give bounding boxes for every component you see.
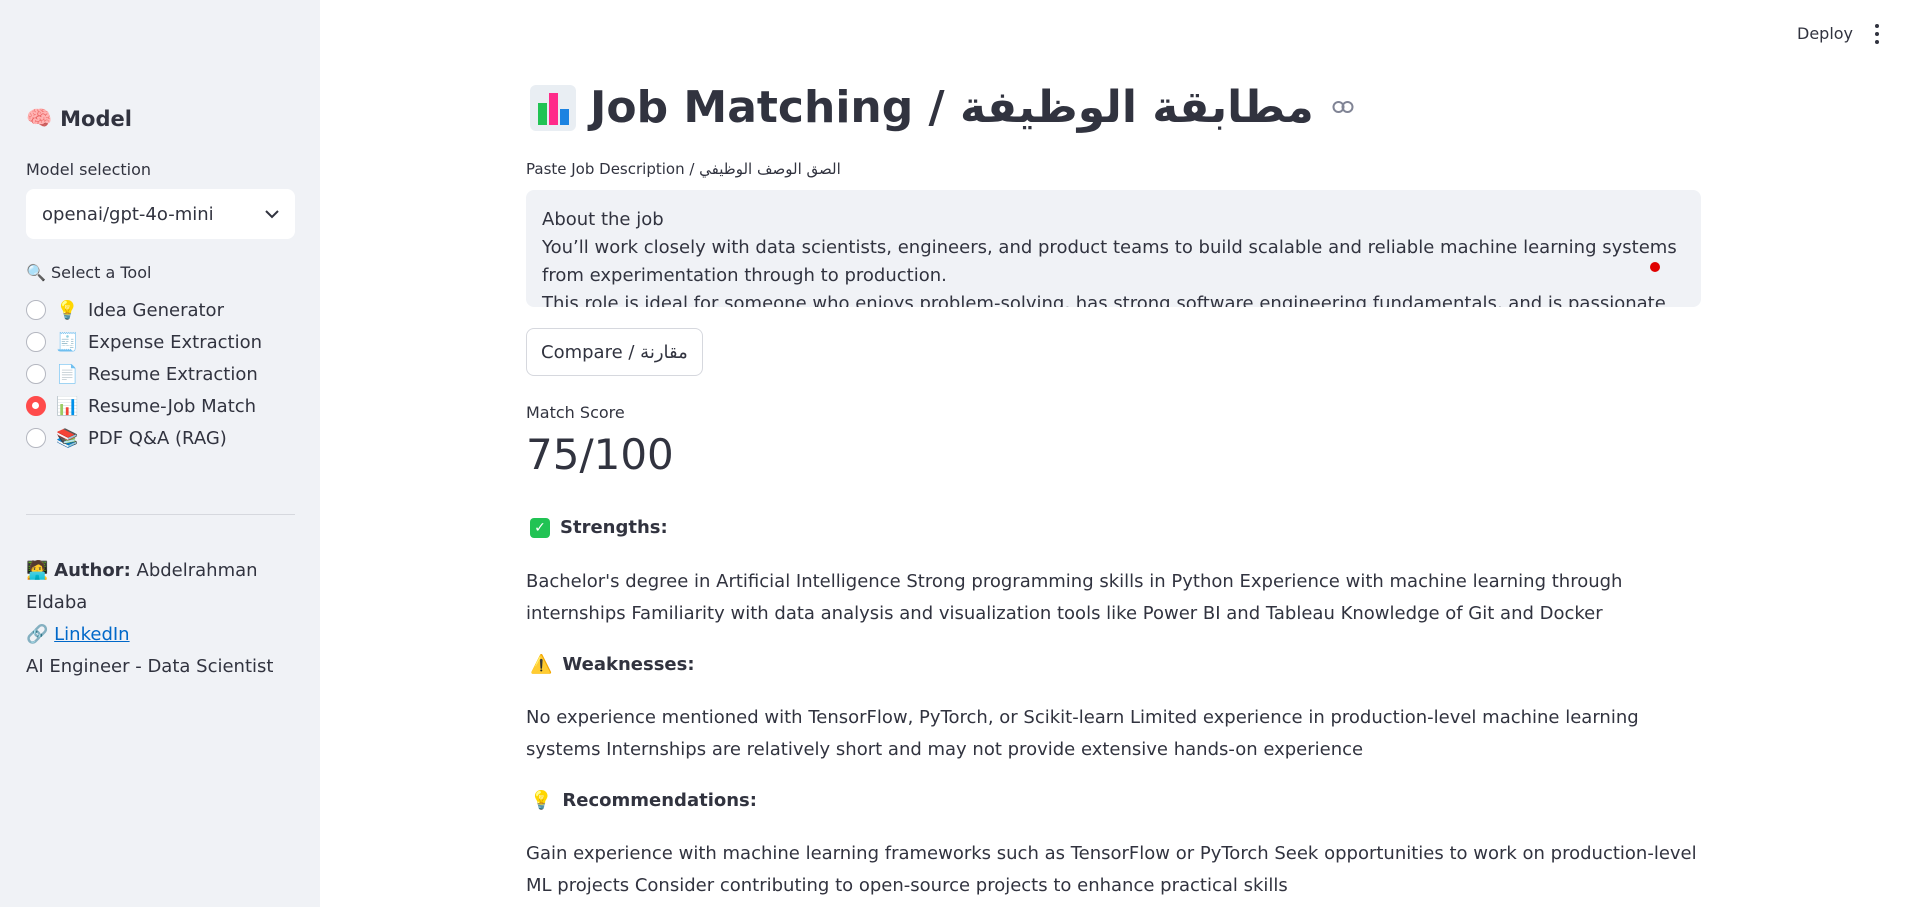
radio-expense-extraction[interactable]: 🧾 Expense Extraction xyxy=(26,326,262,358)
author-info: 🧑‍💻 Author: Abdelrahman Eldaba 🔗 LinkedI… xyxy=(26,555,286,683)
job-description-text: About the job You’ll work closely with d… xyxy=(542,209,1677,307)
anchor-link-icon[interactable] xyxy=(1332,95,1354,120)
sidebar-header-label: Model xyxy=(60,106,132,131)
job-description-label: Paste Job Description / الصق الوصف الوظي… xyxy=(526,160,841,178)
author-role: AI Engineer - Data Scientist xyxy=(26,656,274,677)
check-mark-icon: ✓ xyxy=(530,517,550,538)
radio-label: Expense Extraction xyxy=(88,331,262,353)
match-score-label: Match Score xyxy=(526,403,625,422)
model-select[interactable]: openai/gpt-4o-mini xyxy=(26,189,295,239)
job-description-textarea[interactable]: About the job You’ll work closely with d… xyxy=(526,190,1701,307)
page-title-text: Job Matching / مطابقة الوظيفة xyxy=(590,82,1314,133)
tool-select-label: 🔍 Select a Tool xyxy=(26,263,152,282)
author-line: 🧑‍💻 Author: Abdelrahman Eldaba xyxy=(26,555,286,619)
receipt-icon: 🧾 xyxy=(56,331,79,353)
linkedin-line: 🔗 LinkedIn xyxy=(26,619,286,651)
linkedin-link[interactable]: LinkedIn xyxy=(54,624,129,645)
technologist-icon: 🧑‍💻 xyxy=(26,560,49,581)
books-icon: 📚 xyxy=(56,427,79,449)
warning-icon: ⚠️ xyxy=(530,654,553,675)
weaknesses-body: No experience mentioned with TensorFlow,… xyxy=(526,707,1639,760)
recommendations-heading: 💡 Recommendations: xyxy=(530,790,757,811)
tool-radio-group: 💡 Idea Generator 🧾 Expense Extraction 📄 … xyxy=(26,294,262,454)
recording-indicator xyxy=(1650,262,1660,272)
match-score-value: 75/100 xyxy=(526,430,674,479)
bar-chart-icon xyxy=(530,84,576,131)
deploy-button[interactable]: Deploy xyxy=(1797,24,1853,43)
model-select-value: openai/gpt-4o-mini xyxy=(42,203,214,225)
radio-button-selected[interactable] xyxy=(26,396,46,416)
author-label: Author: xyxy=(54,560,131,581)
recommendations-title: Recommendations: xyxy=(562,790,757,811)
radio-label: Resume Extraction xyxy=(88,363,258,385)
radio-button[interactable] xyxy=(26,364,46,384)
lightbulb-icon: 💡 xyxy=(530,790,553,811)
model-selection-label: Model selection xyxy=(26,160,152,179)
radio-pdf-qa[interactable]: 📚 PDF Q&A (RAG) xyxy=(26,422,262,454)
bar-chart-icon: 📊 xyxy=(56,395,79,417)
page-title: Job Matching / مطابقة الوظيفة xyxy=(530,82,1354,133)
sidebar-header: 🧠 Model xyxy=(26,106,132,131)
lightbulb-icon: 💡 xyxy=(56,299,79,321)
weaknesses-title: Weaknesses: xyxy=(562,654,695,675)
more-menu-icon[interactable] xyxy=(1874,24,1880,44)
recommendations-body: Gain experience with machine learning fr… xyxy=(526,843,1697,896)
weaknesses-heading: ⚠️ Weaknesses: xyxy=(530,654,695,675)
radio-resume-extraction[interactable]: 📄 Resume Extraction xyxy=(26,358,262,390)
document-icon: 📄 xyxy=(56,363,79,385)
link-icon: 🔗 xyxy=(26,624,49,645)
radio-idea-generator[interactable]: 💡 Idea Generator xyxy=(26,294,262,326)
sidebar: 🧠 Model Model selection openai/gpt-4o-mi… xyxy=(0,0,320,907)
radio-resume-job-match[interactable]: 📊 Resume-Job Match xyxy=(26,390,262,422)
brain-icon: 🧠 xyxy=(26,106,53,130)
radio-button[interactable] xyxy=(26,428,46,448)
radio-button[interactable] xyxy=(26,300,46,320)
strengths-title: Strengths: xyxy=(560,517,668,538)
radio-label: Idea Generator xyxy=(88,299,224,321)
sidebar-divider xyxy=(26,514,295,515)
chevron-down-icon xyxy=(265,209,279,218)
radio-button[interactable] xyxy=(26,332,46,352)
strengths-body: Bachelor's degree in Artificial Intellig… xyxy=(526,571,1623,624)
compare-button[interactable]: Compare / مقارنة xyxy=(526,328,703,376)
radio-label: Resume-Job Match xyxy=(88,395,257,417)
radio-label: PDF Q&A (RAG) xyxy=(88,427,227,449)
strengths-heading: ✓ Strengths: xyxy=(530,517,668,538)
